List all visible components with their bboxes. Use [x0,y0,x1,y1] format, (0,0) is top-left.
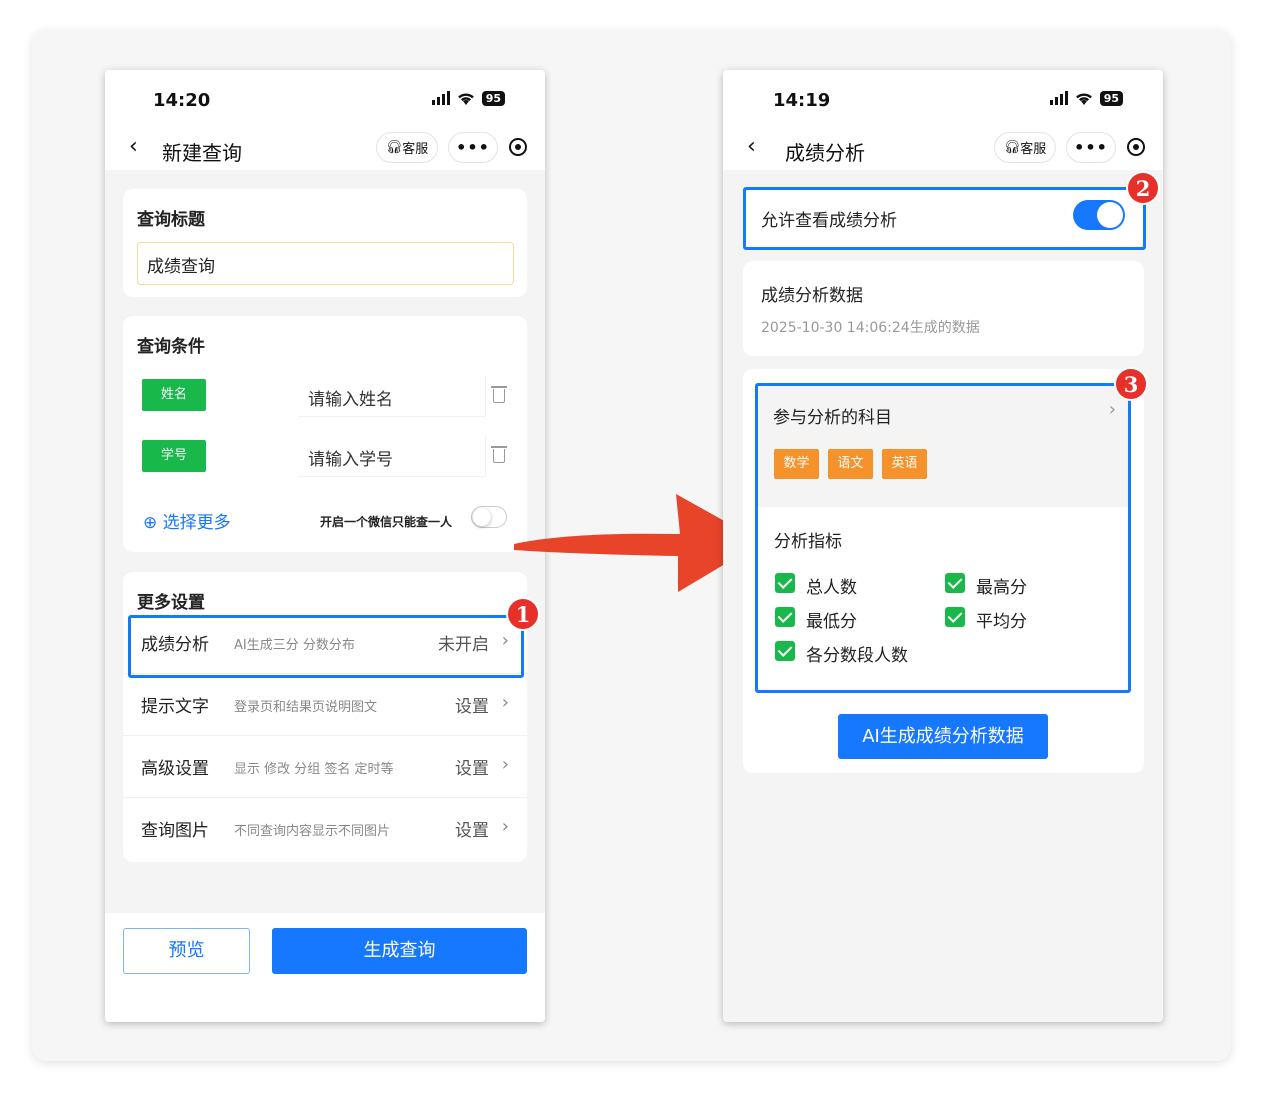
signal-icon [431,91,450,105]
kefu-label: 客服 [1020,142,1047,157]
settings-row-advanced[interactable]: 高级设置 显示 修改 分组 签名 定时等 设置 › [123,736,527,798]
status-icons: 95 [431,90,505,106]
battery-icon: 95 [481,90,505,106]
headset-icon: 🎧︎ [385,140,403,155]
preview-button[interactable]: 预览 [123,928,250,974]
step-badge-1: 1 [506,597,540,631]
row-label: 提示文字 [141,697,209,717]
headset-icon: 🎧︎ [1003,140,1021,155]
plus-circle-icon: ⊕ [143,513,163,533]
customer-service-button[interactable]: 🎧︎ 客服 [994,132,1056,163]
status-time: 14:20 [153,90,211,111]
highlight-score-analysis [128,615,524,678]
title-panel: 查询标题 成绩查询 [123,189,527,297]
more-menu-button[interactable]: ••• [448,132,498,163]
row-value: 设置 [455,697,489,717]
phone-score-analysis: 14:19 95 ‹ 成绩分析 🎧︎ 客服 ••• 允许查看成绩分析 2 成绩分析… [723,70,1163,1022]
kefu-label: 客服 [402,142,429,157]
row-value: 设置 [455,821,489,841]
signal-icon [1049,91,1068,105]
row-label: 高级设置 [141,759,209,779]
step-badge-3: 3 [1114,367,1148,401]
step-badge-2: 2 [1126,171,1160,205]
status-time: 14:19 [773,90,831,111]
chevron-right-icon: › [501,816,509,837]
select-more-link[interactable]: ⊕ 选择更多 [143,508,231,533]
status-icons: 95 [1049,90,1123,106]
settings-row-hint-text[interactable]: 提示文字 登录页和结果页说明图文 设置 › [123,674,527,736]
page-title: 成绩分析 [785,141,865,165]
back-icon[interactable]: ‹ [129,134,138,159]
wifi-icon [457,93,474,105]
status-bar: 14:20 95 [105,70,545,128]
settings-row-query-image[interactable]: 查询图片 不同查询内容显示不同图片 设置 › [123,798,527,860]
bottom-action-bar: 预览 生成查询 [105,913,545,1022]
nav-bar: ‹ 成绩分析 🎧︎ 客服 ••• [723,128,1163,170]
data-heading: 成绩分析数据 [761,286,863,306]
customer-service-button[interactable]: 🎧︎ 客服 [376,132,438,163]
highlight-analysis [755,383,1131,693]
data-panel: 成绩分析数据 2025-10-30 14:06:24生成的数据 [743,261,1144,356]
condition-tag-name[interactable]: 姓名 [142,379,206,411]
trash-icon[interactable] [491,446,507,463]
title-heading: 查询标题 [137,210,205,230]
data-timestamp: 2025-10-30 14:06:24生成的数据 [761,320,980,336]
row-desc: 显示 修改 分组 签名 定时等 [234,762,394,777]
back-icon[interactable]: ‹ [747,134,756,159]
more-menu-button[interactable]: ••• [1066,132,1116,163]
nav-bar: ‹ 新建查询 🎧︎ 客服 ••• [105,128,545,170]
chevron-right-icon: › [501,754,509,775]
more-dots-icon: ••• [456,138,490,157]
generate-query-button[interactable]: 生成查询 [272,928,527,974]
row-desc: 不同查询内容显示不同图片 [234,824,391,839]
wifi-icon [1075,93,1092,105]
highlight-allow [743,187,1146,250]
chevron-right-icon: › [501,692,509,713]
conditions-heading: 查询条件 [137,337,205,357]
student-id-input[interactable]: 请输入学号 [298,435,486,477]
name-input[interactable]: 请输入姓名 [298,375,486,417]
page-title: 新建查询 [162,141,242,165]
close-miniprogram-icon[interactable] [1127,138,1145,156]
status-bar: 14:19 95 [723,70,1163,128]
row-value: 设置 [455,759,489,779]
trash-icon[interactable] [491,386,507,403]
query-title-input[interactable]: 成绩查询 [137,242,514,285]
battery-icon: 95 [1099,90,1123,106]
ai-generate-button[interactable]: AI生成成绩分析数据 [838,714,1048,759]
select-more-label: 选择更多 [162,513,231,533]
phone-new-query: 14:20 95 ‹ 新建查询 🎧︎ 客服 ••• 查询标题 成绩查询 查询条件 … [105,70,545,1022]
conditions-panel: 查询条件 姓名 请输入姓名 学号 请输入学号 ⊕ 选择更多 开启一个微信只能查一… [123,316,527,552]
more-dots-icon: ••• [1074,138,1108,157]
row-desc: 登录页和结果页说明图文 [234,700,378,715]
condition-tag-id[interactable]: 学号 [142,440,206,472]
close-miniprogram-icon[interactable] [509,138,527,156]
one-wechat-label: 开启一个微信只能查一人 [320,515,453,529]
one-wechat-toggle[interactable] [471,506,507,528]
settings-heading: 更多设置 [137,593,205,613]
row-label: 查询图片 [141,821,209,841]
